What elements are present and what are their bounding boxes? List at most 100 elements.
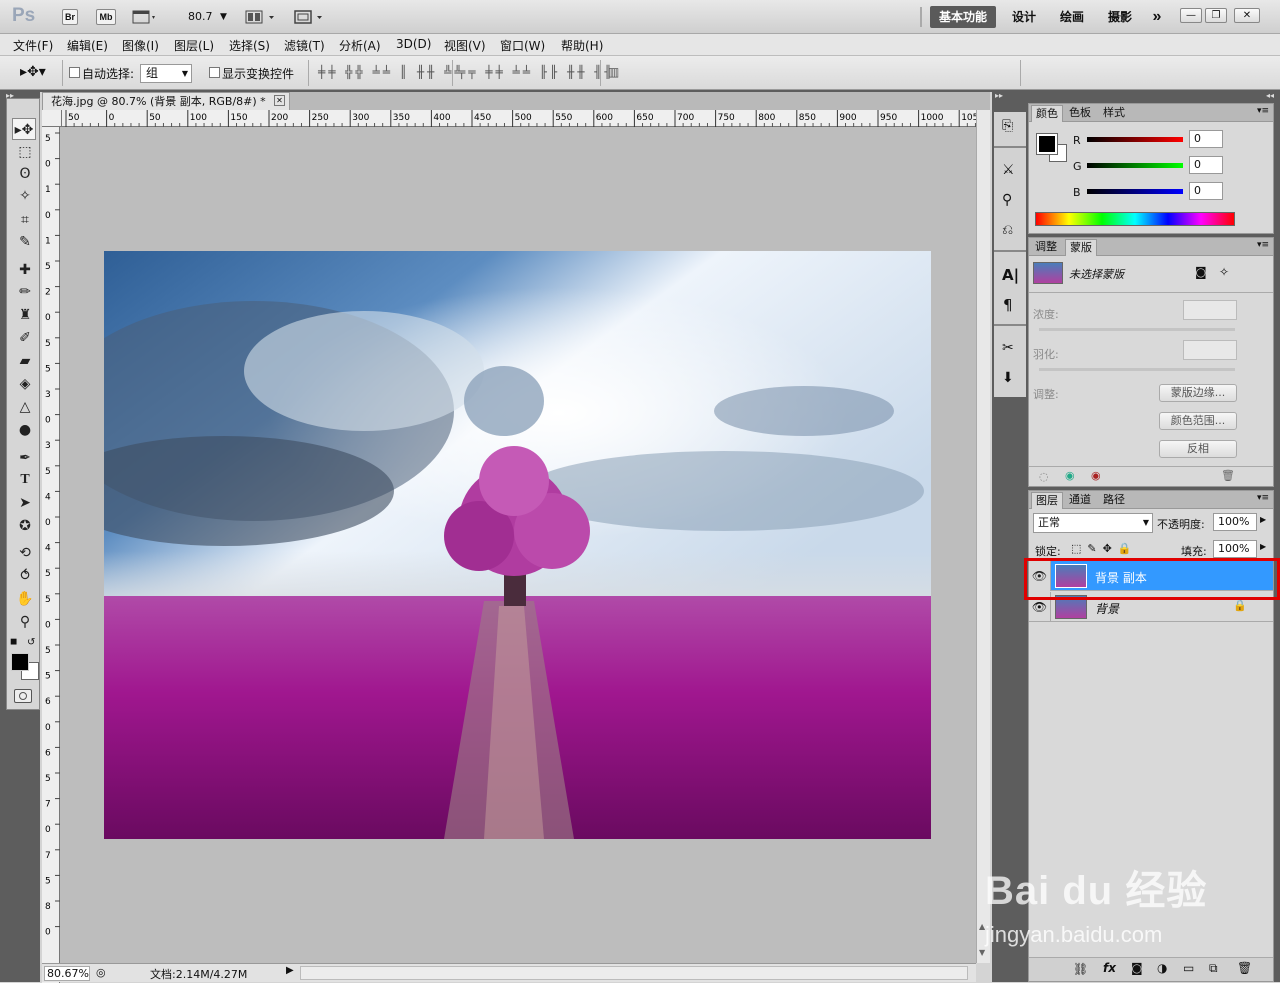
eyedropper-tool-icon[interactable]: ✎ [14,231,36,253]
fill-slider-icon[interactable]: ▶ [1260,542,1266,551]
green-slider[interactable] [1087,163,1183,168]
default-colors-icon[interactable]: ◼ [10,637,17,647]
menu-filter[interactable]: 滤镜(T) [284,37,325,54]
link-icon[interactable]: ⛓ [1073,962,1088,976]
density-slider[interactable] [1039,328,1235,331]
screen-mode-button[interactable] [293,9,327,25]
menu-3d[interactable]: 3D(D) [396,37,431,51]
green-value[interactable]: 0 [1189,156,1223,174]
tab-adjustments[interactable]: 调整 [1031,239,1061,256]
feather-field[interactable] [1183,340,1237,360]
clone-source-icon[interactable]: ⚲ [1002,192,1012,208]
menu-edit[interactable]: 编辑(E) [67,37,108,54]
marquee-tool-icon[interactable]: ⬚ [14,141,36,163]
fx-icon[interactable]: fx [1103,961,1116,975]
panel-menu-icon[interactable]: ▾≡ [1257,493,1269,503]
document-tab[interactable]: 花海.jpg @ 80.7% (背景 副本, RGB/8#) * ✕ [42,92,290,110]
canvas-area[interactable] [60,127,976,963]
clone-stamp-tool-icon[interactable]: ♜ [14,304,36,326]
mask-icon[interactable]: ◙ [1131,961,1143,975]
lock-icons[interactable]: ⬚✎✥🔒 [1071,542,1138,555]
adjustment-icon[interactable]: ◑ [1157,961,1167,975]
align-icons[interactable]: ╪╪ ╬╬ ╧╧ ║ ╫╫ ╩╩ [318,65,465,79]
hand-tool-icon[interactable]: ✋ [14,588,36,610]
vertical-ruler[interactable]: 5 0 1 0 1 5 2 0 5 5 3 0 3 5 4 0 4 5 5 0 5 5 6 0 6 5 7 0 7 5 8 0 [42,127,60,983]
minimize-icon[interactable]: — [1180,8,1202,23]
tab-masks[interactable]: 蒙版 [1065,239,1097,256]
arrange-documents-button[interactable] [245,9,279,25]
horizontal-ruler[interactable]: 50 0 50 100 150 200 250 300 350 400 450 500 550 600 65… [62,110,978,127]
tool-presets-icon[interactable]: ⎌ [1002,222,1013,238]
load-selection-icon[interactable]: ◌ [1039,470,1049,483]
3d-rotate-tool-icon[interactable]: ⟲ [14,542,36,564]
move-tool-icon[interactable]: ▸✥ [12,118,36,140]
workspace-painting[interactable]: 绘画 [1054,6,1090,28]
close-document-icon[interactable]: ✕ [274,95,285,106]
zoom-tool-icon[interactable]: ⚲ [14,611,36,633]
mini-bridge-button[interactable]: Mb [96,9,116,25]
image-canvas[interactable] [104,251,931,839]
menu-help[interactable]: 帮助(H) [561,37,603,54]
new-layer-icon[interactable]: ⧉ [1209,961,1218,976]
tab-channels[interactable]: 通道 [1065,492,1095,509]
view-extras-button[interactable] [132,9,158,25]
horizontal-scrollbar[interactable] [300,966,968,980]
blue-value[interactable]: 0 [1189,182,1223,200]
eraser-tool-icon[interactable]: ▰ [14,350,36,372]
opacity-field[interactable]: 100% [1213,513,1257,531]
more-workspaces-icon[interactable]: » [1146,6,1168,28]
ruler-origin[interactable] [42,110,62,127]
3d-panel-icon[interactable]: ⬇ [1002,370,1014,386]
history-panel-icon[interactable]: ⎘ [1002,118,1013,134]
auto-select-dropdown[interactable]: 组 ▼ [140,64,192,83]
type-tool-icon[interactable]: T [14,469,36,491]
quick-mask-icon[interactable] [14,689,32,703]
brush-presets-icon[interactable]: ⚔ [1002,162,1015,178]
disable-mask-icon[interactable]: ◉ [1091,469,1101,482]
panel-menu-icon[interactable]: ▾≡ [1257,240,1269,250]
paint-bucket-tool-icon[interactable]: ◈ [14,373,36,395]
apply-mask-icon[interactable]: ◉ [1065,469,1075,482]
3d-orbit-tool-icon[interactable]: ⥀ [14,565,36,587]
menu-layer[interactable]: 图层(L) [174,37,214,54]
tab-styles[interactable]: 样式 [1099,105,1129,122]
swap-colors-icon[interactable]: ↺ [27,637,35,648]
fill-field[interactable]: 100% [1213,540,1257,558]
menu-view[interactable]: 视图(V) [444,37,486,54]
panel-menu-icon[interactable]: ▾≡ [1257,106,1269,116]
dodge-tool-icon[interactable]: ● [14,419,36,441]
foreground-color-swatch[interactable] [11,653,29,671]
auto-select-checkbox[interactable] [69,67,80,78]
collapse-icon[interactable]: ▸▸ [995,91,1003,100]
blue-slider[interactable] [1087,189,1183,194]
tab-paths[interactable]: 路径 [1099,492,1129,509]
mask-edge-button[interactable]: 蒙版边缘... [1159,384,1237,402]
healing-brush-tool-icon[interactable]: ✚ [14,259,36,281]
red-slider[interactable] [1087,137,1183,142]
menu-analysis[interactable]: 分析(A) [339,37,381,54]
status-info-icon[interactable]: ◎ [96,966,106,979]
color-ramp[interactable] [1035,212,1235,226]
lasso-tool-icon[interactable]: ʘ [14,163,36,185]
workspace-design[interactable]: 设计 [1006,6,1042,28]
tab-swatches[interactable]: 色板 [1065,105,1095,122]
menu-file[interactable]: 文件(F) [13,37,53,54]
foreground-color-swatch[interactable] [1036,133,1058,155]
delete-mask-icon[interactable]: 🗑 [1221,469,1235,482]
trash-icon[interactable]: 🗑 [1237,961,1252,975]
blur-tool-icon[interactable]: △ [14,396,36,418]
status-menu-icon[interactable]: ▶ [286,965,294,976]
quick-select-tool-icon[interactable]: ✧ [14,185,36,207]
paragraph-panel-icon[interactable]: ¶ [1003,296,1013,314]
scroll-down-icon[interactable]: ▼ [979,948,985,957]
invert-button[interactable]: 反相 [1159,440,1237,458]
character-panel-icon[interactable]: A| [1002,266,1019,284]
menu-select[interactable]: 选择(S) [229,37,270,54]
status-zoom-field[interactable]: 80.67% [44,966,90,981]
history-brush-tool-icon[interactable]: ✐ [14,327,36,349]
crop-tool-icon[interactable]: ⌗ [14,209,36,231]
menu-image[interactable]: 图像(I) [122,37,159,54]
distribute-icons[interactable]: ╤╤ ╪╪ ╧╧ ╟╟ ╫╫ ╢╢ [458,65,615,79]
workspace-photography[interactable]: 摄影 [1102,6,1138,28]
vector-mask-icon[interactable]: ✧ [1219,265,1229,279]
